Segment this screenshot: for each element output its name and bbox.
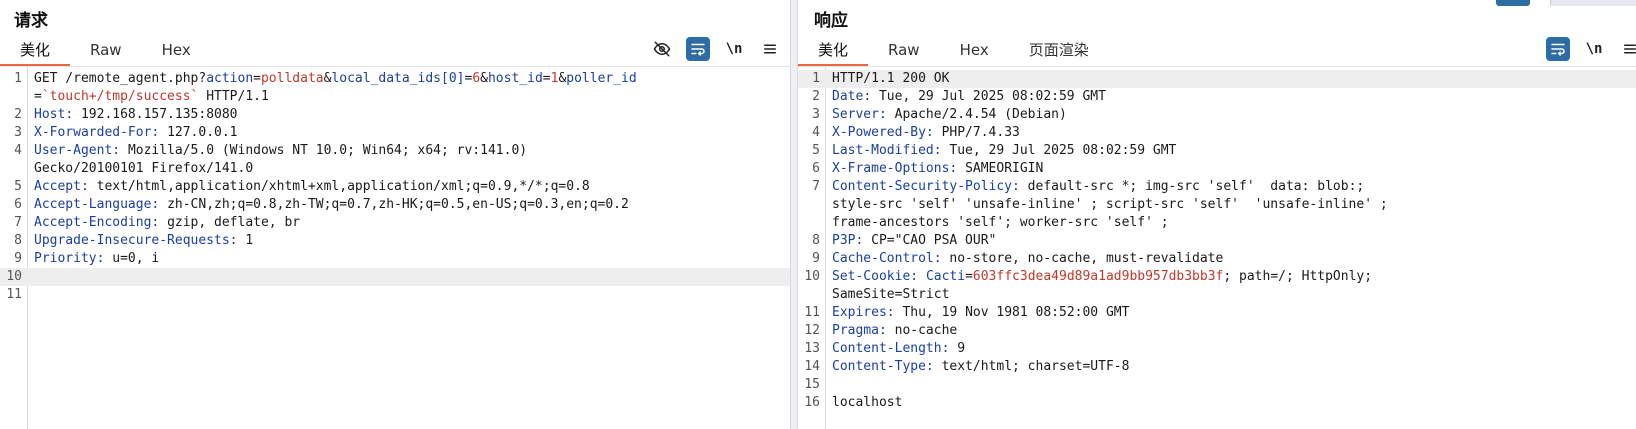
response-pane: 响应 美化 Raw Hex 页面渲染 \n 1 HTTP/1.1 200 OK … [798, 0, 1636, 429]
request-tab-hex[interactable]: Hex [142, 36, 211, 66]
wrap-lines-icon[interactable] [1546, 37, 1570, 61]
response-header-line: 8 P3P: CP="CAO PSA OUR" [812, 233, 997, 248]
request-header-line: 9 Priority: u=0, i [14, 251, 160, 266]
response-tabs: 美化 Raw Hex 页面渲染 [798, 36, 1109, 66]
response-header-line: SameSite=Strict [832, 287, 950, 302]
newline-label: \n [1585, 41, 1603, 57]
response-editor[interactable]: 1 HTTP/1.1 200 OK 2 Date: Tue, 29 Jul 20… [798, 66, 1636, 429]
request-header-line: Gecko/20100101 Firefox/141.0 [34, 161, 254, 176]
response-title: 响应 [814, 11, 848, 31]
newline-toggle-button[interactable]: \n [722, 37, 746, 61]
request-line: 11 [6, 287, 22, 302]
request-tab-pretty[interactable]: 美化 [0, 36, 71, 66]
response-body-line: 16 localhost [804, 395, 903, 410]
newline-toggle-button[interactable]: \n [1582, 37, 1606, 61]
request-tabs: 美化 Raw Hex [0, 36, 211, 66]
request-title: 请求 [14, 11, 48, 31]
request-header-line: 5 Accept: text/html,application/xhtml+xm… [14, 179, 590, 194]
request-header-line: 8 Upgrade-Insecure-Requests: 1 [14, 233, 254, 248]
request-line: =`touch+/tmp/success` HTTP/1.1 [34, 89, 269, 104]
response-tab-pretty[interactable]: 美化 [798, 36, 869, 66]
request-line: 1 GET /remote_agent.php?action=polldata&… [14, 71, 637, 86]
response-header-line: 9 Cache-Control: no-store, no-cache, mus… [812, 251, 1224, 266]
request-header-line: 3 X-Forwarded-For: 127.0.0.1 [14, 125, 238, 140]
response-tab-raw[interactable]: Raw [868, 36, 940, 66]
eye-off-icon[interactable] [650, 37, 674, 61]
request-pane: 请求 美化 Raw Hex \n 1 GET /remote_agent.php… [0, 0, 790, 429]
response-header-line: frame-ancestors 'self'; worker-src 'self… [832, 215, 1169, 230]
request-toolbar: \n [650, 36, 782, 62]
response-header-line: 6 X-Frame-Options: SAMEORIGIN [812, 161, 1044, 176]
response-status-line: 1 HTTP/1.1 200 OK [798, 70, 1636, 88]
response-tab-render[interactable]: 页面渲染 [1009, 36, 1109, 66]
response-header-line: style-src 'self' 'unsafe-inline' ; scrip… [832, 197, 1388, 212]
request-header-line: 2 Host: 192.168.157.135:8080 [14, 107, 238, 122]
response-header-line: 2 Date: Tue, 29 Jul 2025 08:02:59 GMT [812, 89, 1106, 104]
pane-splitter[interactable] [790, 0, 798, 429]
response-tab-hex[interactable]: Hex [940, 36, 1009, 66]
request-header-line: 7 Accept-Encoding: gzip, deflate, br [14, 215, 301, 230]
request-cursor-line[interactable]: 10 [0, 268, 790, 286]
response-header-line: 12 Pragma: no-cache [804, 323, 958, 338]
response-header-line: 4 X-Powered-By: PHP/7.4.33 [812, 125, 1020, 140]
response-header-line: 5 Last-Modified: Tue, 29 Jul 2025 08:02:… [812, 143, 1177, 158]
hamburger-menu-icon[interactable] [758, 37, 782, 61]
request-tab-raw[interactable]: Raw [70, 36, 142, 66]
response-header-line: 10 Set-Cookie: Cacti=603ffc3dea49d89a1ad… [804, 269, 1373, 284]
response-line: 15 [804, 377, 820, 392]
newline-label: \n [725, 41, 743, 57]
response-header-line: 13 Content-Length: 9 [804, 341, 966, 356]
response-header-line: 11 Expires: Thu, 19 Nov 1981 08:52:00 GM… [804, 305, 1130, 320]
request-header-line: 4 User-Agent: Mozilla/5.0 (Windows NT 10… [14, 143, 528, 158]
response-header-line: 14 Content-Type: text/html; charset=UTF-… [804, 359, 1130, 374]
request-header-line: 6 Accept-Language: zh-CN,zh;q=0.8,zh-TW;… [14, 197, 629, 212]
response-toolbar: \n [1546, 36, 1636, 62]
response-header-line: 7 Content-Security-Policy: default-src *… [812, 179, 1365, 194]
hamburger-menu-icon[interactable] [1618, 37, 1636, 61]
wrap-lines-icon[interactable] [686, 37, 710, 61]
window-accent-bar [1496, 0, 1636, 6]
response-header-line: 3 Server: Apache/2.4.54 (Debian) [812, 107, 1067, 122]
request-editor[interactable]: 1 GET /remote_agent.php?action=polldata&… [0, 66, 790, 429]
